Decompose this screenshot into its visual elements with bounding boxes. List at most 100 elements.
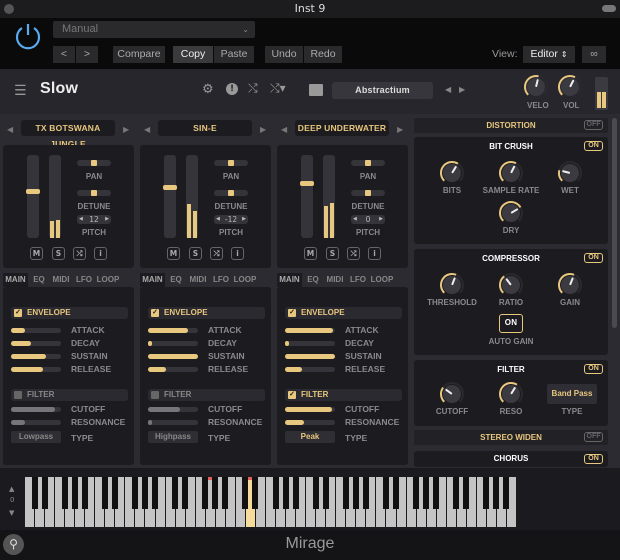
shuffle-button[interactable]: ⤭ (347, 247, 360, 260)
cutoff-slider[interactable] (285, 407, 335, 412)
link-button[interactable]: ∞ (582, 46, 606, 63)
fader-handle[interactable] (26, 188, 40, 194)
detune-slider[interactable] (351, 190, 385, 196)
black-key[interactable] (212, 477, 219, 509)
pitch-increment-icon[interactable]: ▶ (242, 215, 246, 224)
sustain-slider[interactable] (148, 354, 198, 359)
filter-type-selector[interactable]: Lowpass (11, 431, 61, 443)
bits-knob[interactable] (439, 160, 465, 186)
release-slider[interactable] (148, 367, 198, 372)
envelope-section-header[interactable]: ✓ ENVELOPE (285, 307, 402, 319)
pitch-decrement-icon[interactable]: ◀ (216, 215, 220, 224)
pan-slider[interactable] (351, 160, 385, 166)
resonance-slider[interactable] (11, 420, 61, 425)
black-key[interactable] (202, 477, 209, 509)
cutoff-slider[interactable] (11, 407, 61, 412)
effects-scrollbar[interactable] (612, 118, 617, 328)
black-key[interactable] (71, 477, 78, 509)
filter-toggle[interactable]: ON (584, 364, 603, 374)
distortion-row[interactable]: DISTORTION OFF (414, 118, 608, 133)
pan-slider[interactable] (214, 160, 248, 166)
layer-sample-name[interactable]: TX BOTSWANA JUNGLE (21, 120, 115, 149)
layer-next-arrow-icon[interactable]: ▶ (260, 125, 266, 134)
wet-knob[interactable] (557, 160, 583, 186)
auto-gain-button[interactable]: ON (499, 314, 523, 333)
tab-eq[interactable]: EQ (167, 273, 185, 287)
octave-down-icon[interactable]: ▼ (9, 509, 14, 517)
sample-rate-knob[interactable] (498, 160, 524, 186)
pitch-decrement-icon[interactable]: ◀ (353, 215, 357, 224)
filter-checkbox[interactable] (14, 391, 22, 399)
tab-main[interactable]: MAIN (3, 273, 28, 287)
cutoff-slider[interactable] (148, 407, 198, 412)
black-key[interactable] (322, 477, 329, 509)
black-key[interactable] (242, 477, 249, 509)
tab-loop[interactable]: LOOP (96, 273, 120, 287)
black-key[interactable] (111, 477, 118, 509)
black-key[interactable] (252, 477, 259, 509)
chorus-toggle[interactable]: ON (584, 454, 603, 464)
cutoff-knob[interactable] (439, 381, 465, 407)
octave-up-icon[interactable]: ▲ (9, 485, 14, 493)
pan-handle[interactable] (365, 160, 371, 166)
tab-midi[interactable]: MIDI (187, 273, 209, 287)
piano-keyboard[interactable] (25, 477, 517, 527)
black-key[interactable] (413, 477, 420, 509)
black-key[interactable] (483, 477, 490, 509)
black-key[interactable] (342, 477, 349, 509)
layer-prev-arrow-icon[interactable]: ◀ (7, 125, 13, 134)
black-key[interactable] (152, 477, 159, 509)
black-key[interactable] (282, 477, 289, 509)
volume-fader[interactable] (26, 155, 40, 238)
attack-slider[interactable] (285, 328, 335, 333)
tab-loop[interactable]: LOOP (370, 273, 394, 287)
mute-button[interactable]: M (30, 247, 43, 260)
pan-handle[interactable] (228, 160, 234, 166)
envelope-section-header[interactable]: ✓ ENVELOPE (11, 307, 128, 319)
sustain-slider[interactable] (11, 354, 61, 359)
tab-eq[interactable]: EQ (304, 273, 322, 287)
black-key[interactable] (453, 477, 460, 509)
black-key[interactable] (292, 477, 299, 509)
filter-type-selector[interactable]: Highpass (148, 431, 198, 443)
vol-knob[interactable] (557, 74, 583, 100)
release-slider[interactable] (285, 367, 335, 372)
bank-next-arrow-icon[interactable]: ▶ (459, 85, 465, 94)
attack-slider[interactable] (11, 328, 61, 333)
pitch-stepper[interactable]: ◀ 0 ▶ (351, 215, 385, 224)
info-button[interactable]: i (368, 247, 381, 260)
pitch-increment-icon[interactable]: ▶ (105, 215, 109, 224)
black-key[interactable] (312, 477, 319, 509)
tab-lfo[interactable]: LFO (211, 273, 231, 287)
release-slider[interactable] (11, 367, 61, 372)
layer-sample-name[interactable]: SIN-E (158, 120, 252, 136)
layer-prev-arrow-icon[interactable]: ◀ (281, 125, 287, 134)
filter-type-button[interactable]: Band Pass (547, 384, 597, 404)
filter-checkbox[interactable]: ✓ (288, 391, 296, 399)
tab-midi[interactable]: MIDI (324, 273, 346, 287)
filter-section-header[interactable]: FILTER (11, 389, 128, 401)
solo-button[interactable]: S (52, 247, 65, 260)
dry-knob[interactable] (498, 200, 524, 226)
info-button[interactable]: i (94, 247, 107, 260)
black-key[interactable] (272, 477, 279, 509)
tab-main[interactable]: MAIN (140, 273, 165, 287)
black-key[interactable] (493, 477, 500, 509)
black-key[interactable] (131, 477, 138, 509)
filter-section-header[interactable]: FILTER (148, 389, 265, 401)
tab-loop[interactable]: LOOP (233, 273, 257, 287)
pan-slider[interactable] (77, 160, 111, 166)
volume-fader[interactable] (300, 155, 314, 238)
black-key[interactable] (382, 477, 389, 509)
black-key[interactable] (222, 477, 229, 509)
filter-section-header[interactable]: ✓ FILTER (285, 389, 402, 401)
fader-handle[interactable] (163, 185, 177, 191)
tab-lfo[interactable]: LFO (74, 273, 94, 287)
black-key[interactable] (352, 477, 359, 509)
attack-slider[interactable] (148, 328, 198, 333)
chorus-row[interactable]: CHORUS ON (414, 451, 608, 467)
black-key[interactable] (393, 477, 399, 509)
envelope-checkbox[interactable]: ✓ (288, 309, 296, 317)
gain-knob[interactable] (557, 272, 583, 298)
tab-midi[interactable]: MIDI (50, 273, 72, 287)
